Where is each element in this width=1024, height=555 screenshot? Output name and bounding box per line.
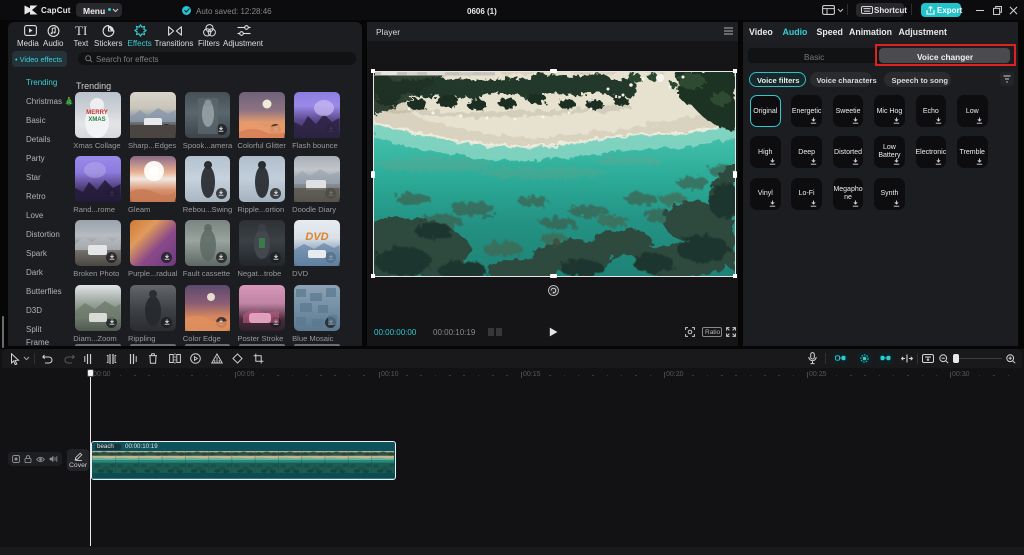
- svg-text:MERRY: MERRY: [87, 110, 108, 116]
- svg-text:DVD: DVD: [305, 231, 328, 243]
- svg-text:XMAS: XMAS: [89, 117, 106, 123]
